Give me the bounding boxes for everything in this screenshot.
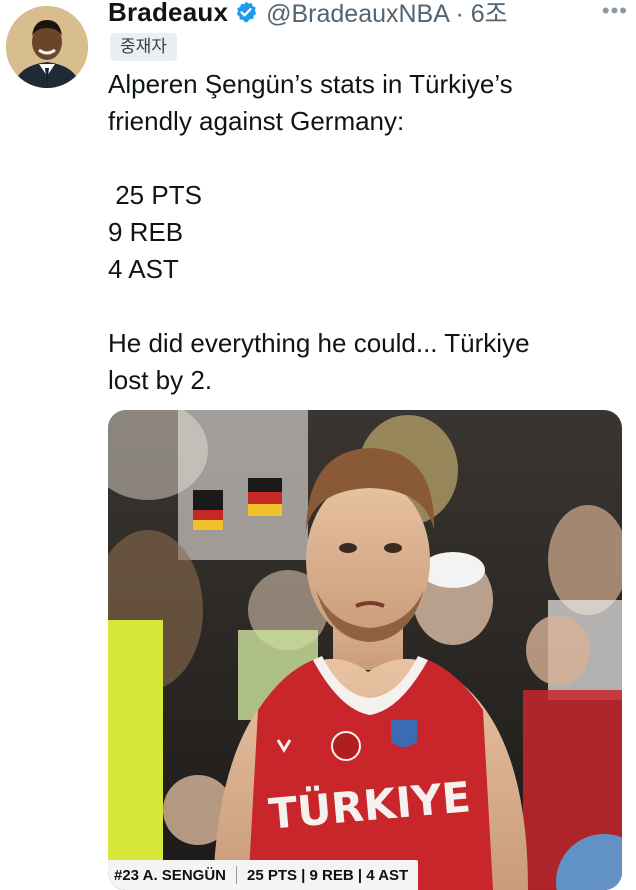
tweet-line: 9 REB xyxy=(108,217,184,247)
tweet-line: 4 AST xyxy=(108,254,179,284)
tweet-header: Bradeaux @BradeauxNBA · 6조 xyxy=(108,0,508,30)
author-name[interactable]: Bradeaux xyxy=(108,0,228,28)
author-handle-and-time[interactable]: @BradeauxNBA · 6조 xyxy=(266,0,508,30)
user-badge: 중재자 xyxy=(110,33,177,61)
tweet-line: He did everything he could... Türkiye xyxy=(108,328,530,358)
tweet-media-image[interactable]: TÜRKIYE #23 A. SENGÜN 25 PTS | 9 REB | 4… xyxy=(108,410,622,890)
tweet-text: Alperen Şengün’s stats in Türkiye’s frie… xyxy=(108,66,618,399)
more-dots-icon[interactable]: ••• xyxy=(602,0,628,24)
avatar-image xyxy=(6,6,88,88)
divider xyxy=(235,866,237,884)
tweet-line: lost by 2. xyxy=(108,365,213,395)
player-photo: TÜRKIYE xyxy=(108,410,622,890)
author-avatar[interactable] xyxy=(6,6,88,88)
tweet-line: Alperen Şengün’s stats in Türkiye’s xyxy=(108,69,513,99)
tweet-line: friendly against Germany: xyxy=(108,106,405,136)
tweet-line: 25 PTS xyxy=(108,180,202,210)
verified-badge-icon xyxy=(234,0,258,24)
score-overlay: #23 A. SENGÜN 25 PTS | 9 REB | 4 AST xyxy=(108,860,419,890)
